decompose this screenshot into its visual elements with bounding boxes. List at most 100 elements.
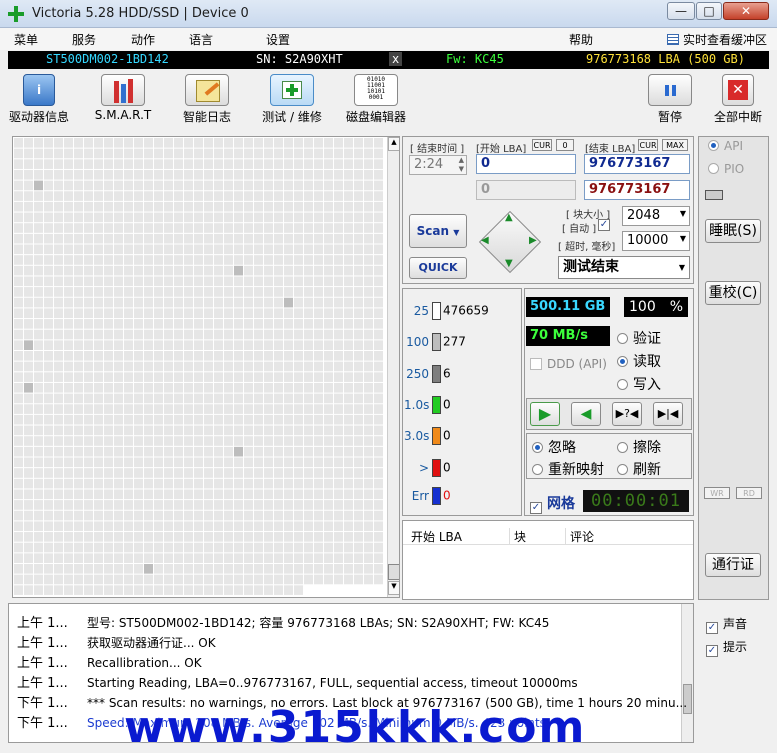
buffer-view-link[interactable]: 实时查看缓冲区 (666, 31, 767, 48)
close-button[interactable]: ✕ (723, 2, 769, 20)
api-radio[interactable]: API (708, 139, 743, 153)
end-time-label: [ 结束时间 ] (410, 144, 465, 155)
map-block (364, 393, 373, 404)
block-size-select[interactable]: 2048 ▼ (622, 206, 690, 226)
recalibrate-button[interactable]: 重校(C) (705, 281, 761, 305)
test-repair-button[interactable]: 测试 / 维修 (256, 74, 328, 125)
menu-service[interactable]: 服务 (72, 31, 96, 48)
right-arrow-icon[interactable]: ▶ (529, 235, 537, 246)
disk-editor-button[interactable]: 01010 11001 10101 0001 磁盘编辑器 (344, 74, 408, 125)
map-block (84, 159, 93, 169)
play-icon[interactable]: ▶ (530, 402, 560, 426)
map-block (324, 425, 333, 436)
menu-language[interactable]: 语言 (189, 31, 213, 48)
smart-button[interactable]: S.M.A.R.T (92, 74, 154, 122)
minimize-button[interactable]: — (667, 2, 695, 20)
mode-write-radio[interactable]: 写入 (617, 374, 661, 394)
menu-main[interactable]: 菜单 (14, 31, 38, 48)
map-block (34, 468, 43, 478)
map-block (274, 287, 283, 297)
end-max-button[interactable]: MAX (662, 139, 688, 151)
map-block (24, 425, 33, 436)
skip-end-icon[interactable]: ▶|◀ (653, 402, 683, 426)
sound-checkbox[interactable]: ✓ 声音 (706, 615, 747, 634)
grid-checkbox[interactable]: ✓ 网格 (530, 493, 575, 514)
dropdown-arrow-icon: ▼ (453, 228, 460, 237)
mode-verify-radio[interactable]: 验证 (617, 328, 661, 348)
mode-read-radio[interactable]: 读取 (617, 351, 661, 371)
map-block (344, 201, 353, 212)
hints-checkbox[interactable]: ✓ 提示 (706, 638, 747, 657)
map-block (104, 159, 113, 169)
col-block[interactable]: 块 (509, 528, 526, 545)
maximize-button[interactable]: □ (696, 2, 722, 20)
end-cur-button[interactable]: CUR (638, 139, 658, 151)
scan-button[interactable]: Scan ▼ (409, 214, 467, 248)
timeout-select[interactable]: 10000 ▼ (622, 231, 690, 251)
auto-checkbox[interactable]: ✓ (598, 219, 610, 231)
map-block (204, 340, 213, 350)
reverse-icon[interactable]: ◀ (571, 402, 601, 426)
smart-log-button[interactable]: 智能日志 (176, 74, 238, 125)
action-ignore-radio[interactable]: 忽略 (532, 437, 576, 457)
map-block (44, 201, 53, 212)
map-block (194, 510, 203, 521)
map-block (124, 223, 133, 233)
sleep-button[interactable]: 睡眠(S) (705, 219, 761, 243)
map-block (24, 201, 33, 212)
device-model[interactable]: ST500DM002-1BD142 (46, 52, 169, 66)
menu-action[interactable]: 动作 (131, 31, 155, 48)
map-block (294, 382, 303, 393)
abort-all-button[interactable]: ✕ 全部中断 (708, 74, 768, 125)
map-block (134, 265, 143, 276)
map-block (144, 414, 153, 425)
pio-radio[interactable]: PIO (708, 162, 744, 176)
plus-icon (270, 74, 314, 106)
passport-button[interactable]: 通行证 (705, 553, 761, 577)
action-erase-radio[interactable]: 擦除 (617, 437, 661, 457)
pause-button[interactable]: 暂停 (646, 74, 694, 125)
ddd-api-checkbox[interactable]: DDD (API) (530, 357, 607, 371)
defects-table[interactable]: 开始 LBA 块 评论 (402, 520, 694, 600)
map-block (114, 276, 123, 287)
map-block (204, 446, 213, 457)
end-time-input[interactable]: 2:24 ▲ ▼ (409, 155, 467, 175)
map-block (114, 159, 123, 169)
map-block (284, 180, 293, 191)
down-arrow-icon[interactable]: ▼ (505, 258, 513, 269)
map-scrollbar[interactable]: ▲ ▼ (387, 137, 399, 597)
map-block (314, 500, 323, 510)
quick-button[interactable]: QUICK (409, 257, 467, 279)
map-block (374, 276, 383, 287)
driver-info-button[interactable]: i 驱动器信息 (8, 74, 70, 125)
map-block (234, 191, 243, 201)
start-zero-button[interactable]: 0 (556, 139, 574, 151)
menu-settings[interactable]: 设置 (266, 31, 290, 48)
action-remap-radio[interactable]: 重新映射 (532, 459, 604, 479)
start-lba-input[interactable]: 0 (476, 154, 576, 174)
map-block (374, 351, 383, 361)
end-lba-input[interactable]: 976773167 (584, 154, 690, 174)
map-block (34, 564, 43, 574)
device-close-button[interactable]: x (389, 52, 403, 66)
col-start-lba[interactable]: 开始 LBA (411, 528, 462, 545)
menu-bar: 菜单 服务 动作 语言 设置 帮助 实时查看缓冲区 (0, 28, 777, 50)
current-lba-field: 0 (476, 180, 576, 200)
start-cur-button[interactable]: CUR (532, 139, 552, 151)
log-scrollbar[interactable] (681, 604, 693, 742)
menu-help[interactable]: 帮助 (569, 31, 593, 48)
skip-unknown-icon[interactable]: ▶?◀ (612, 402, 642, 426)
map-block (264, 276, 273, 287)
dropdown-arrow-icon: ▼ (678, 263, 685, 272)
col-comment[interactable]: 评论 (565, 528, 594, 545)
map-block (114, 414, 123, 425)
map-scroll-thumb[interactable] (388, 564, 399, 580)
map-block (324, 265, 333, 276)
map-block (204, 148, 213, 159)
map-block (54, 233, 63, 244)
left-arrow-icon[interactable]: ◀ (481, 235, 489, 246)
up-arrow-icon[interactable]: ▲ (505, 212, 513, 223)
status-select[interactable]: 测试结束 ▼ (558, 256, 690, 279)
action-refresh-radio[interactable]: 刷新 (617, 459, 661, 479)
block-size-value: 2048 (627, 208, 661, 223)
